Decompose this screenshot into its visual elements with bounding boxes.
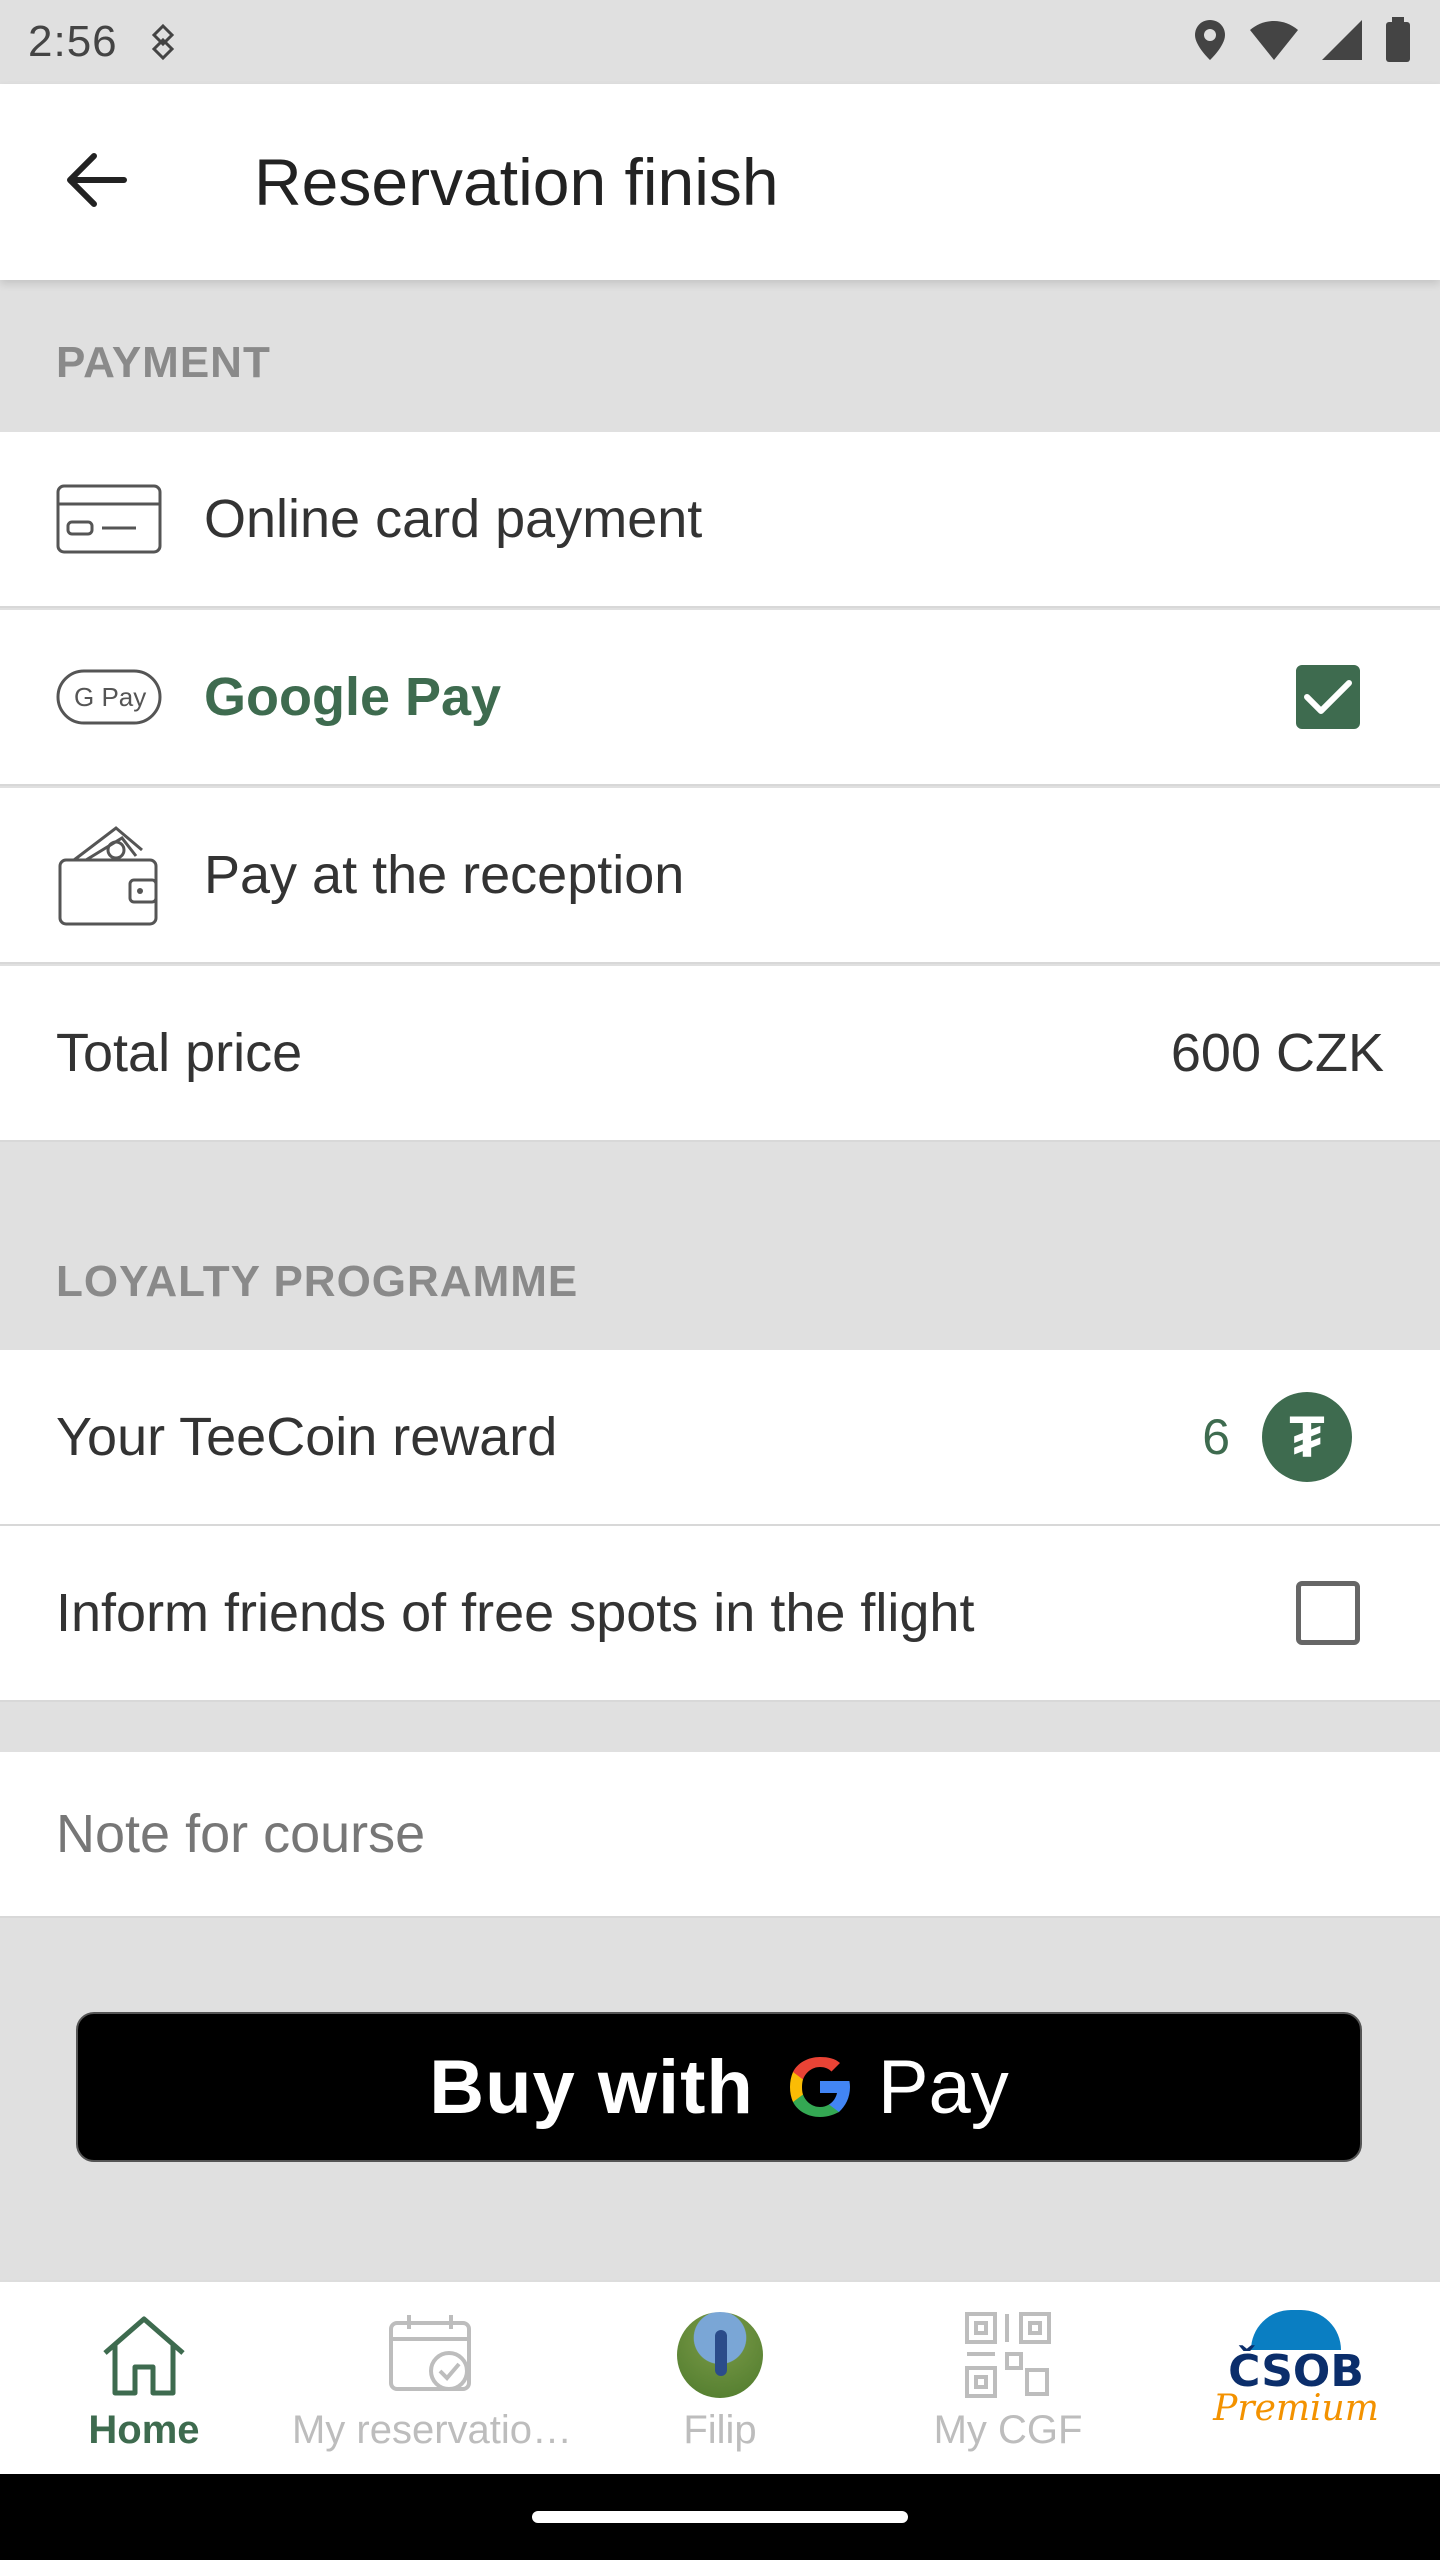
buy-with-label: Buy with: [429, 2044, 754, 2130]
wallet-icon: [56, 826, 162, 926]
total-price-row: Total price 600 CZK: [0, 966, 1440, 1142]
csob-premium-text: Premium: [1213, 2388, 1379, 2429]
payment-option-google-pay[interactable]: G Pay Google Pay: [0, 610, 1440, 786]
nav-item-my-reservations[interactable]: My reservatio…: [288, 2282, 576, 2476]
inform-friends-label: Inform friends of free spots in the flig…: [56, 1583, 975, 1643]
arrow-back-icon: [64, 152, 128, 213]
teecoin-reward-value: 6: [1202, 1409, 1230, 1465]
payment-option-label: Pay at the reception: [204, 845, 685, 905]
page-title: Reservation finish: [254, 145, 779, 219]
nav-item-csob-premium[interactable]: ČSOB Premium: [1152, 2282, 1440, 2476]
total-price-value: 600 CZK: [1170, 1023, 1384, 1083]
signal-icon: [1320, 18, 1364, 67]
payment-option-card[interactable]: Online card payment: [0, 432, 1440, 608]
inform-friends-checkbox[interactable]: [1296, 1581, 1360, 1645]
inform-friends-row[interactable]: Inform friends of free spots in the flig…: [0, 1526, 1440, 1702]
note-field[interactable]: [0, 1752, 1440, 1918]
nav-label: My reservatio…: [291, 2408, 573, 2452]
nav-label: Filip: [683, 2408, 757, 2452]
payment-option-reception[interactable]: Pay at the reception: [0, 788, 1440, 964]
nav-item-profile[interactable]: Filip: [576, 2282, 864, 2476]
credit-card-icon: [56, 479, 162, 559]
status-icons: [1192, 16, 1412, 68]
location-icon: [1192, 18, 1228, 67]
wifi-icon: [1248, 18, 1300, 67]
data-saver-icon: [148, 22, 178, 62]
payment-section-header: PAYMENT: [0, 280, 1440, 432]
teecoin-reward-row: Your TeeCoin reward 6 ₮: [0, 1350, 1440, 1526]
payment-option-label: Google Pay: [204, 667, 502, 727]
teecoin-reward-label: Your TeeCoin reward: [56, 1407, 558, 1467]
buy-with-gpay-button[interactable]: Buy with Pay: [76, 2012, 1362, 2162]
back-button[interactable]: [36, 122, 156, 242]
payment-option-label: Online card payment: [204, 489, 703, 549]
system-nav-bar: [0, 2474, 1440, 2560]
home-icon: [99, 2310, 189, 2400]
qr-code-icon: [963, 2310, 1053, 2400]
nav-item-my-cgf[interactable]: My CGF: [864, 2282, 1152, 2476]
battery-icon: [1384, 16, 1412, 68]
home-gesture-handle[interactable]: [532, 2511, 908, 2523]
calendar-check-icon: [387, 2310, 477, 2400]
loyalty-section-header: LOYALTY PROGRAMME: [0, 1142, 1440, 1350]
note-input[interactable]: [56, 1803, 1384, 1865]
app-bar: Reservation finish: [0, 84, 1440, 280]
nav-label: Home: [88, 2408, 200, 2452]
gpay-badge-text: G Pay: [74, 682, 146, 712]
nav-item-home[interactable]: Home: [0, 2282, 288, 2476]
status-time: 2:56: [28, 17, 118, 66]
pay-label: Pay: [877, 2044, 1009, 2130]
teecoin-icon: ₮: [1262, 1392, 1352, 1482]
avatar: [677, 2312, 763, 2398]
csob-premium-logo: ČSOB Premium: [1213, 2310, 1379, 2429]
nav-label: My CGF: [933, 2408, 1083, 2452]
status-bar: 2:56: [0, 0, 1440, 84]
bottom-nav: Home My reservatio… Filip My CGF ČSOB Pr…: [0, 2280, 1440, 2474]
google-g-icon: [784, 2051, 856, 2123]
gpay-icon: G Pay: [56, 657, 162, 737]
total-price-label: Total price: [56, 1023, 303, 1083]
google-pay-checkbox[interactable]: [1296, 665, 1360, 729]
